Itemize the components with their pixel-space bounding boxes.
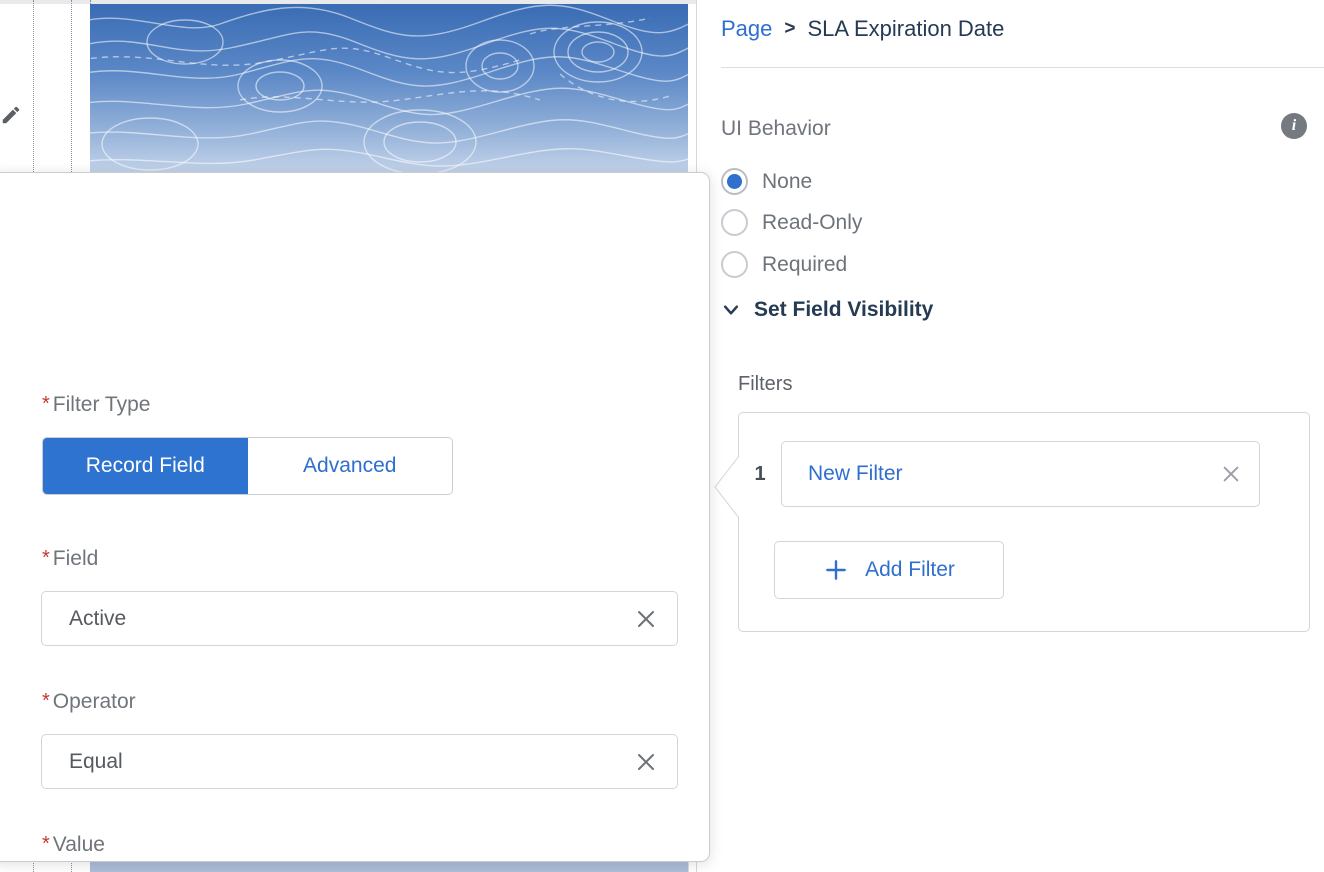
breadcrumb-divider bbox=[721, 67, 1324, 68]
chevron-down-icon bbox=[721, 300, 741, 320]
close-icon[interactable] bbox=[634, 607, 658, 631]
filter-item-label: New Filter bbox=[808, 462, 903, 485]
required-asterisk: * bbox=[42, 833, 50, 855]
close-icon[interactable] bbox=[634, 750, 658, 774]
filters-label: Filters bbox=[738, 373, 793, 395]
close-icon[interactable] bbox=[1220, 463, 1242, 485]
filter-item-new-filter[interactable]: New Filter bbox=[781, 441, 1260, 507]
topographic-banner-image bbox=[90, 4, 688, 172]
radio-circle-icon bbox=[721, 168, 748, 195]
breadcrumb: Page > SLA Expiration Date bbox=[721, 14, 1004, 44]
operator-input[interactable]: Equal bbox=[41, 734, 678, 789]
set-field-visibility-toggle[interactable]: Set Field Visibility bbox=[721, 298, 933, 322]
plus-icon bbox=[823, 557, 849, 583]
edit-pencil-icon[interactable] bbox=[0, 104, 22, 126]
radio-label: Required bbox=[762, 252, 848, 276]
filter-row: 1 New Filter bbox=[739, 441, 1309, 507]
set-field-visibility-label: Set Field Visibility bbox=[754, 298, 934, 321]
filter-editor-popover: * Filter Type Record Field Advanced * Fi… bbox=[0, 172, 710, 862]
breadcrumb-page-link[interactable]: Page bbox=[721, 14, 772, 44]
field-label: * Field bbox=[42, 547, 98, 571]
radio-label: None bbox=[762, 169, 813, 193]
radio-option-read-only[interactable]: Read-Only bbox=[721, 209, 862, 236]
value-label-text: Value bbox=[52, 833, 105, 856]
required-asterisk: * bbox=[42, 393, 50, 415]
operator-label-text: Operator bbox=[52, 690, 136, 713]
popover-tail-arrow bbox=[714, 455, 740, 519]
field-input-value: Active bbox=[69, 606, 127, 630]
radio-label: Read-Only bbox=[762, 210, 863, 234]
field-properties-panel: Page > SLA Expiration Date UI Behavior i… bbox=[697, 0, 1324, 872]
add-filter-label: Add Filter bbox=[865, 558, 955, 581]
radio-option-none[interactable]: None bbox=[721, 168, 812, 195]
filter-type-label-text: Filter Type bbox=[52, 393, 151, 416]
breadcrumb-current: SLA Expiration Date bbox=[807, 16, 1005, 41]
info-icon[interactable]: i bbox=[1281, 113, 1307, 139]
operator-label: * Operator bbox=[42, 690, 136, 714]
filters-container: 1 New Filter Add Filter bbox=[714, 412, 1310, 632]
ui-behavior-title: UI Behavior bbox=[721, 117, 831, 140]
filter-type-label: * Filter Type bbox=[42, 393, 150, 417]
add-filter-button[interactable]: Add Filter bbox=[774, 541, 1004, 599]
breadcrumb-separator: > bbox=[784, 18, 796, 39]
radio-circle-icon bbox=[721, 209, 748, 236]
radio-circle-icon bbox=[721, 251, 748, 278]
operator-input-value: Equal bbox=[69, 749, 123, 773]
radio-option-required[interactable]: Required bbox=[721, 251, 847, 278]
value-label: * Value bbox=[42, 833, 105, 857]
filter-index: 1 bbox=[754, 462, 766, 485]
required-asterisk: * bbox=[42, 690, 50, 712]
filter-type-segmented-control: Record Field Advanced bbox=[42, 437, 453, 495]
required-asterisk: * bbox=[42, 547, 50, 569]
field-input[interactable]: Active bbox=[41, 591, 678, 646]
page-designer-screen: Page > SLA Expiration Date UI Behavior i… bbox=[0, 0, 1324, 872]
field-label-text: Field bbox=[52, 547, 99, 570]
segment-advanced[interactable]: Advanced bbox=[247, 438, 452, 494]
segment-record-field[interactable]: Record Field bbox=[43, 438, 248, 494]
